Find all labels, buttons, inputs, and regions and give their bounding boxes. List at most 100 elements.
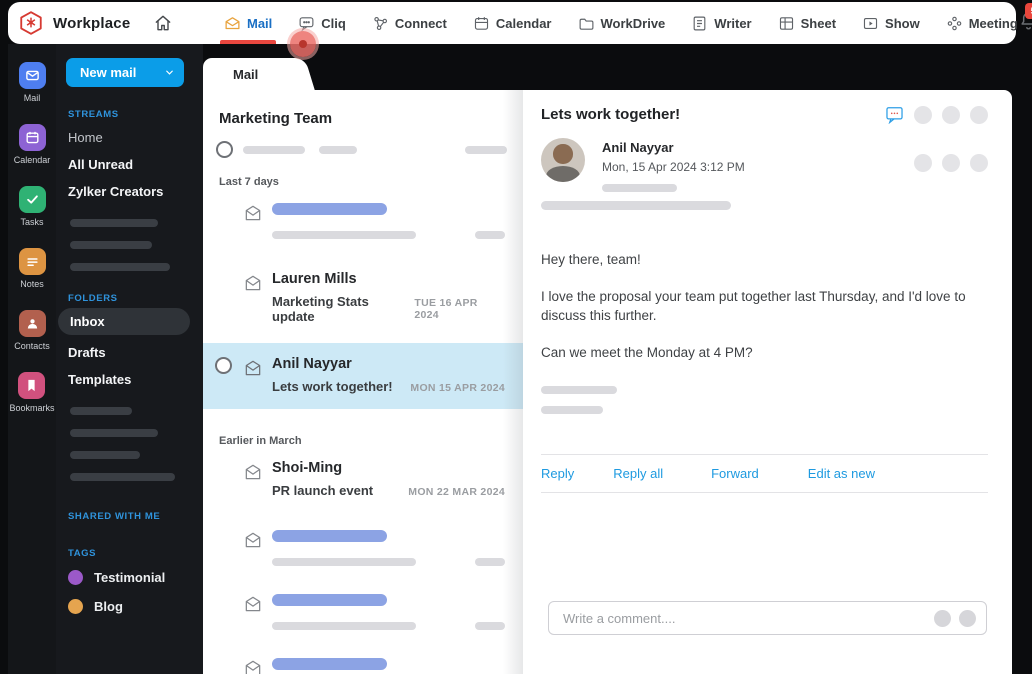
mail-sender: Lauren Mills	[272, 271, 357, 287]
envelope-icon	[243, 203, 263, 228]
cliq-icon	[298, 15, 315, 32]
skeleton-bar	[272, 658, 387, 670]
sidebar-item-drafts[interactable]: Drafts	[66, 339, 193, 366]
tag-color-dot	[68, 599, 83, 614]
brand-area: Workplace	[18, 10, 196, 36]
skeleton-bar	[602, 184, 677, 192]
skeleton-bar	[70, 219, 158, 227]
workplace-logo-icon	[20, 11, 42, 35]
sidebar-item-home[interactable]: Home	[66, 124, 193, 151]
tag-blog[interactable]: Blog	[66, 592, 193, 621]
new-mail-button[interactable]: New mail	[66, 58, 184, 87]
message-action-button[interactable]	[942, 154, 960, 172]
skeleton-bar	[319, 145, 357, 154]
rail-item-mail[interactable]: Mail	[18, 62, 46, 103]
mail-app-icon	[18, 62, 46, 89]
detail-action-button[interactable]	[914, 105, 932, 124]
nav-workdrive[interactable]: WorkDrive	[578, 2, 665, 44]
reply-button[interactable]: Reply	[541, 466, 574, 481]
rail-item-tasks[interactable]: Tasks	[18, 186, 46, 227]
mail-tab[interactable]: Mail	[203, 58, 295, 91]
mail-subject: Marketing Stats update	[272, 294, 369, 324]
comment-input[interactable]	[549, 610, 926, 626]
brand-title: Workplace	[53, 14, 131, 32]
sheet-icon	[778, 15, 795, 32]
edit-as-new-button[interactable]: Edit as new	[808, 466, 875, 481]
envelope-icon	[243, 658, 263, 674]
tag-testimonial[interactable]: Testimonial	[66, 563, 193, 592]
envelope-icon	[243, 462, 263, 487]
connect-icon	[372, 15, 389, 32]
mail-list-item-selected[interactable]: Anil Nayyar Lets work together! MON 15 A…	[203, 343, 523, 409]
detail-action-button[interactable]	[970, 105, 988, 124]
forward-button[interactable]: Forward	[711, 466, 759, 481]
rail-item-contacts[interactable]: Contacts	[14, 310, 50, 351]
reply-actions: Reply Reply all Forward Edit as new	[541, 455, 988, 492]
topbar-right: 5	[1018, 3, 1032, 38]
body-paragraph: I love the proposal your team put togeth…	[541, 288, 966, 324]
mail-subject: PR launch event	[272, 483, 374, 498]
comments-icon[interactable]	[885, 105, 904, 124]
mail-sender: Shoi-Ming	[272, 460, 343, 476]
nav-meeting[interactable]: Meeting	[946, 2, 1018, 44]
reply-all-button[interactable]: Reply all	[613, 466, 663, 481]
detail-header: Lets work together!	[541, 105, 988, 124]
rail-item-notes[interactable]: Notes	[18, 248, 46, 289]
nav-connect[interactable]: Connect	[372, 2, 447, 44]
sidebar-item-templates[interactable]: Templates	[66, 366, 193, 393]
comment-emoji-button[interactable]	[934, 609, 951, 627]
sidebar-item-zylker-creators[interactable]: Zylker Creators	[66, 178, 193, 205]
select-all-checkbox[interactable]	[216, 141, 233, 158]
mail-list-item-placeholder[interactable]	[203, 517, 523, 581]
cursor-click-indicator	[290, 31, 316, 57]
mail-sender: Anil Nayyar	[272, 356, 352, 372]
skeleton-bar	[272, 594, 387, 606]
sidebar-item-inbox[interactable]: Inbox	[58, 308, 190, 335]
mail-list-panel: Marketing Team Last 7 days Lauren Mills …	[203, 90, 523, 674]
sidebar-item-all-unread[interactable]: All Unread	[66, 151, 193, 178]
tags-section-title: TAGS	[68, 548, 97, 559]
home-icon[interactable]	[153, 13, 173, 33]
comment-box	[548, 601, 987, 635]
nav-calendar[interactable]: Calendar	[473, 2, 552, 44]
notification-badge: 5	[1024, 3, 1032, 19]
mail-list-item[interactable]: Shoi-Ming PR launch event MON 22 MAR 202…	[203, 449, 523, 509]
skeleton-bar	[541, 386, 617, 395]
message-action-button[interactable]	[914, 154, 932, 172]
skeleton-bar	[465, 145, 507, 154]
nav-show[interactable]: Show	[862, 2, 920, 44]
envelope-icon	[243, 530, 263, 555]
tasks-app-icon	[18, 186, 46, 213]
rail-item-calendar[interactable]: Calendar	[14, 124, 50, 165]
skeleton-bar	[70, 407, 132, 415]
sender-name: Anil Nayyar	[602, 140, 674, 155]
skeleton-bar	[272, 530, 387, 542]
skeleton-bar	[70, 473, 175, 481]
detail-action-button[interactable]	[942, 105, 960, 124]
rail-item-bookmarks[interactable]: Bookmarks	[9, 372, 55, 413]
body-paragraph: Hey there, team!	[541, 252, 641, 267]
mail-list-item-placeholder[interactable]	[203, 645, 523, 674]
sender-row: Anil Nayyar Mon, 15 Apr 2024 3:12 PM	[541, 138, 988, 192]
skeleton-bar	[272, 203, 387, 215]
notes-app-icon	[18, 248, 46, 275]
comment-attach-button[interactable]	[959, 609, 976, 627]
folders-section-title: FOLDERS	[68, 293, 118, 304]
contacts-app-icon	[18, 310, 46, 337]
bookmarks-app-icon	[18, 372, 46, 399]
skeleton-bar	[70, 263, 170, 271]
message-action-button[interactable]	[970, 154, 988, 172]
mail-date: TUE 16 APR 2024	[414, 297, 478, 321]
mail-checkbox[interactable]	[215, 357, 232, 374]
mail-list-item-placeholder[interactable]	[203, 581, 523, 645]
nav-writer[interactable]: Writer	[691, 2, 752, 44]
nav-mail[interactable]: Mail	[219, 2, 277, 44]
nav-sheet[interactable]: Sheet	[778, 2, 836, 44]
mail-list-item[interactable]: Lauren Mills Marketing Stats update TUE …	[203, 260, 523, 335]
notifications-button[interactable]: 5	[1018, 3, 1032, 36]
skeleton-bar	[272, 231, 416, 239]
mail-list-item-placeholder[interactable]	[203, 190, 523, 254]
body-paragraph: Can we meet the Monday at 4 PM?	[541, 344, 753, 360]
skeleton-bar	[272, 558, 416, 566]
mail-sidebar: New mail STREAMS Home All Unread Zylker …	[56, 44, 203, 674]
